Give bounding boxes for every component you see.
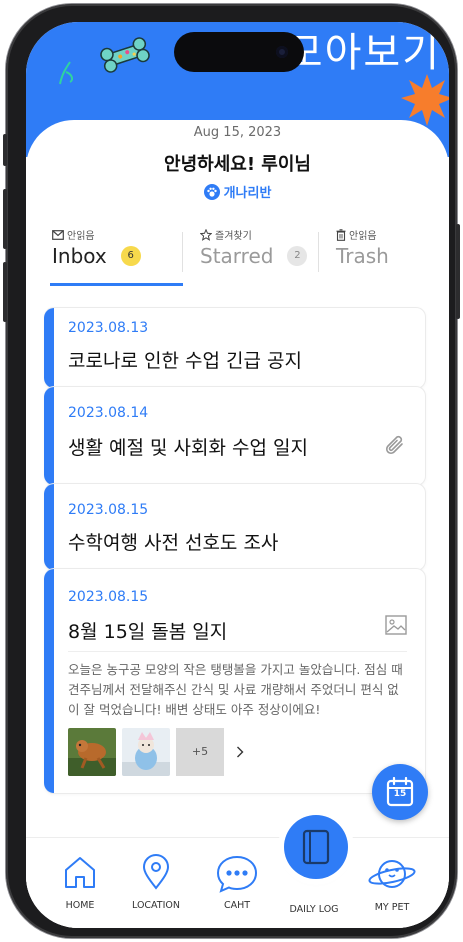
divider (68, 651, 407, 652)
paperclip-icon (385, 435, 403, 455)
notice-title: 수학여행 사전 선호도 조사 (68, 532, 279, 554)
tab-trash-label: Trash (336, 244, 389, 268)
image-icon (385, 615, 407, 635)
power-button (456, 224, 460, 319)
bottom-nav: HOME LOCATION CAHT DAILY LOG MY PET (26, 837, 449, 928)
notice-title: 8월 15일 돌봄 일지 (68, 621, 228, 643)
volume-down-button (3, 262, 7, 322)
unread-indicator (44, 569, 54, 793)
daily-log-button[interactable] (284, 815, 348, 879)
list-item[interactable]: 2023.08.14 생활 예절 및 사회화 수업 일지 (44, 386, 426, 486)
photo-thumbnail[interactable] (122, 728, 170, 776)
tab-inbox-label: Inbox (52, 244, 107, 268)
list-item[interactable]: 2023.08.15 수학여행 사전 선호도 조사 (44, 483, 426, 571)
inbox-count-badge: 6 (120, 246, 141, 266)
tab-divider (182, 232, 183, 272)
tab-starred[interactable]: 즐겨찾기 Starred 2 (200, 227, 330, 287)
notice-date: 2023.08.13 (68, 320, 149, 336)
envelope-icon (52, 229, 64, 240)
star-icon (200, 228, 212, 241)
nav-my-pet[interactable]: MY PET (354, 854, 430, 913)
paw-icon (203, 184, 220, 200)
chevron-right-icon[interactable] (230, 728, 250, 776)
nav-daily-log[interactable]: DAILY LOG (276, 898, 352, 915)
dynamic-island (174, 32, 304, 72)
calendar-button[interactable]: 15 (372, 764, 428, 820)
starred-count-badge: 2 (287, 246, 308, 266)
class-chip[interactable]: 개나리반 (26, 182, 449, 201)
phone-frame: 알림 모아보기 Aug 15, 2023 안녕하세요! 루이님 개나리반 안읽음… (3, 4, 460, 938)
nav-home[interactable]: HOME (42, 854, 118, 911)
notice-list: 2023.08.13 코로나로 인한 수업 긴급 공지 2023.08.14 생… (44, 307, 426, 794)
tab-inbox-caption: 안읽음 (67, 231, 95, 242)
notice-date: 2023.08.15 (68, 502, 149, 518)
notice-preview: 오늘은 농구공 모양의 작은 탱탱볼을 가지고 놀았습니다. 점심 때 견주님께… (68, 662, 403, 717)
home-icon (65, 857, 95, 888)
photo-strip: +5 (68, 728, 250, 776)
tab-trash-caption: 안읽음 (349, 231, 377, 242)
tab-divider (318, 232, 319, 272)
notice-title: 코로나로 인한 수업 긴급 공지 (68, 350, 302, 372)
app-screen: 알림 모아보기 Aug 15, 2023 안녕하세요! 루이님 개나리반 안읽음… (26, 22, 449, 928)
photo-thumbnail[interactable] (68, 728, 116, 776)
unread-indicator (44, 484, 54, 570)
list-item[interactable]: 2023.08.15 8월 15일 돌봄 일지 오늘은 농구공 모양의 작은 탱… (44, 568, 426, 794)
sprout-sticker-icon (59, 61, 74, 85)
tab-starred-caption: 즐겨찾기 (215, 231, 252, 242)
volume-up-button (3, 189, 7, 249)
nav-daily-log-label: DAILY LOG (289, 904, 339, 915)
mute-switch (3, 134, 7, 166)
list-item[interactable]: 2023.08.13 코로나로 인한 수업 긴급 공지 (44, 307, 426, 389)
more-photos-button[interactable]: +5 (176, 728, 224, 776)
trash-icon (336, 228, 346, 241)
nav-location-label: LOCATION (131, 900, 180, 911)
calendar-day: 15 (393, 789, 407, 799)
notice-date: 2023.08.15 (68, 589, 149, 605)
greeting-title: 안녕하세요! 루이님 (164, 154, 311, 175)
nav-home-label: HOME (65, 900, 95, 911)
bone-sticker-icon (100, 37, 150, 73)
nav-location[interactable]: LOCATION (118, 854, 194, 911)
mailbox-tabs: 안읽음 Inbox 6 즐겨찾기 Starred 2 안읽음 Trash (44, 227, 434, 287)
notice-date: 2023.08.14 (68, 405, 149, 421)
tab-starred-label: Starred (200, 244, 274, 268)
unread-indicator (44, 308, 54, 388)
pet-planet-icon (368, 860, 416, 888)
nav-chat-label: CAHT (223, 900, 251, 911)
current-date: Aug 15, 2023 (193, 125, 282, 140)
location-pin-icon (142, 854, 170, 890)
notice-title: 생활 예절 및 사회화 수업 일지 (68, 437, 308, 459)
nav-my-pet-label: MY PET (374, 902, 410, 913)
tab-inbox[interactable]: 안읽음 Inbox 6 (52, 227, 192, 287)
unread-indicator (44, 387, 54, 485)
tab-trash[interactable]: 안읽음 Trash (336, 227, 426, 287)
notebook-icon (302, 829, 330, 865)
nav-chat[interactable]: CAHT (199, 854, 275, 911)
active-tab-indicator (50, 283, 183, 286)
chat-bubble-icon (216, 855, 258, 893)
class-name: 개나리반 (223, 186, 272, 201)
